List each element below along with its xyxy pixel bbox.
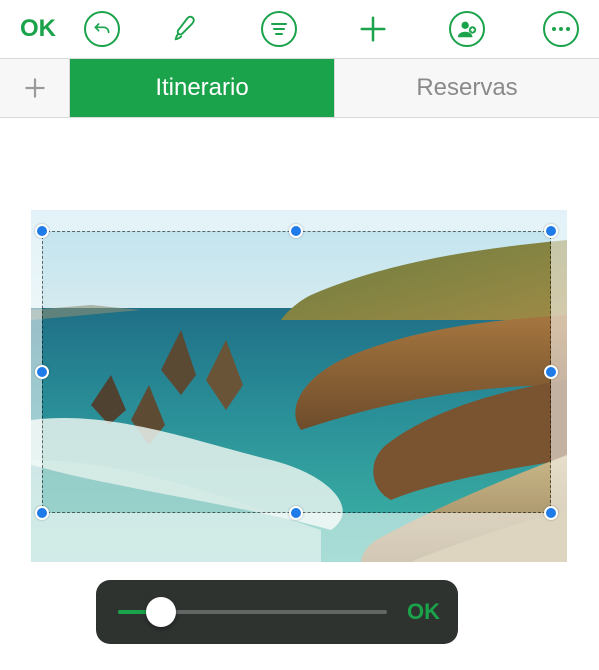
brush-icon — [170, 14, 200, 44]
handle-tr[interactable] — [544, 224, 558, 238]
toolbar-right — [167, 11, 579, 47]
collaborate-button[interactable] — [449, 11, 485, 47]
insert-button[interactable] — [355, 11, 391, 47]
image-object[interactable] — [31, 210, 567, 562]
plus-icon — [358, 14, 388, 44]
tab-itinerario[interactable]: Itinerario — [70, 59, 335, 117]
mask-bottom — [31, 513, 567, 562]
done-button[interactable]: OK — [20, 15, 56, 43]
ellipsis-icon — [551, 26, 571, 32]
tab-label: Itinerario — [155, 74, 248, 102]
toolbar-left: OK — [20, 11, 120, 47]
format-brush-button[interactable] — [167, 11, 203, 47]
mask-slider-ok-button[interactable]: OK — [401, 599, 440, 625]
toolbar: OK — [0, 0, 599, 58]
comment-button[interactable] — [261, 11, 297, 47]
tab-reservas[interactable]: Reservas — [335, 59, 599, 117]
plus-icon — [22, 75, 48, 101]
undo-icon — [92, 19, 112, 39]
add-sheet-button[interactable] — [0, 59, 70, 117]
handle-tl[interactable] — [35, 224, 49, 238]
handle-br[interactable] — [544, 506, 558, 520]
canvas: OK — [0, 118, 599, 670]
more-button[interactable] — [543, 11, 579, 47]
add-person-icon — [456, 18, 478, 40]
handle-ml[interactable] — [35, 365, 49, 379]
mask-slider-panel: OK — [96, 580, 458, 644]
handle-mr[interactable] — [544, 365, 558, 379]
lines-icon — [270, 22, 288, 36]
handle-bl[interactable] — [35, 506, 49, 520]
sheet-tabs: Itinerario Reservas — [0, 58, 599, 118]
mask-slider-thumb[interactable] — [146, 597, 176, 627]
tab-label: Reservas — [416, 74, 517, 102]
handle-tm[interactable] — [289, 224, 303, 238]
handle-bm[interactable] — [289, 506, 303, 520]
undo-button[interactable] — [84, 11, 120, 47]
mask-slider[interactable] — [118, 610, 387, 614]
